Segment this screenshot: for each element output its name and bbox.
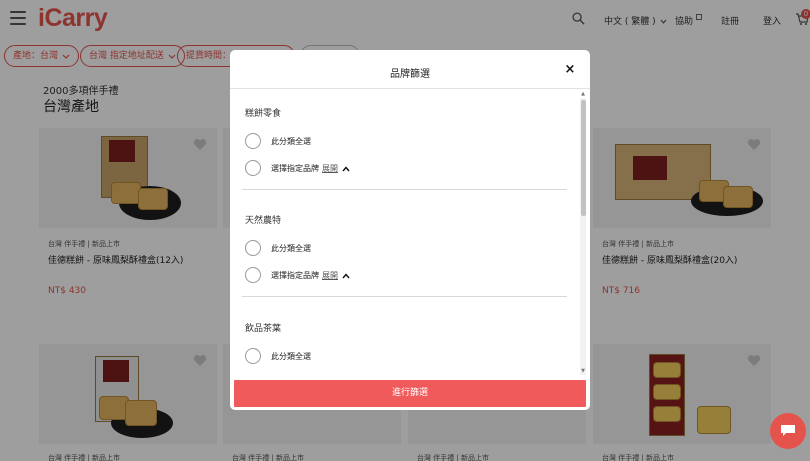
modal-scroll-area[interactable]: 糕餅零食 此分類全選 選擇指定品牌 展開 天然農特 此分類全選 選擇指定品牌 展開 … [230,89,590,375]
brand-filter-modal: 品牌篩選 × 糕餅零食 此分類全選 選擇指定品牌 展開 天然農特 此分類全選 選擇… [230,50,590,410]
chevron-up-icon[interactable] [342,165,350,173]
select-all-label[interactable]: 此分類全選 [271,243,311,254]
select-brand-label: 選擇指定品牌 [271,164,319,173]
chevron-up-icon[interactable] [342,272,350,280]
radio-select-brand-snacks[interactable] [245,160,261,176]
section-divider [242,189,567,190]
radio-select-brand-farm[interactable] [245,267,261,283]
expand-link[interactable]: 展開 [322,164,338,173]
radio-select-all-farm[interactable] [245,240,261,256]
apply-filter-button[interactable]: 進行篩選 [234,380,586,407]
select-all-label[interactable]: 此分類全選 [271,351,311,362]
scrollbar-thumb[interactable] [581,100,586,216]
radio-select-all-drinks[interactable] [245,348,261,364]
expand-link[interactable]: 展開 [322,271,338,280]
select-brand-option[interactable]: 選擇指定品牌 展開 [271,163,350,174]
select-all-label[interactable]: 此分類全選 [271,136,311,147]
close-icon[interactable]: × [563,63,577,77]
select-brand-label: 選擇指定品牌 [271,271,319,280]
select-brand-option[interactable]: 選擇指定品牌 展開 [271,270,350,281]
chat-icon [781,425,795,436]
section-title-snacks: 糕餅零食 [245,109,282,119]
scroll-down-arrow[interactable]: ▼ [580,368,586,374]
section-title-farm: 天然農特 [245,216,282,226]
scroll-up-arrow[interactable]: ▲ [580,91,586,97]
section-divider [242,296,567,297]
modal-title: 品牌篩選 [390,69,430,80]
section-title-drinks: 飲品茶葉 [245,324,282,334]
chat-button[interactable] [770,413,806,449]
radio-select-all-snacks[interactable] [245,133,261,149]
